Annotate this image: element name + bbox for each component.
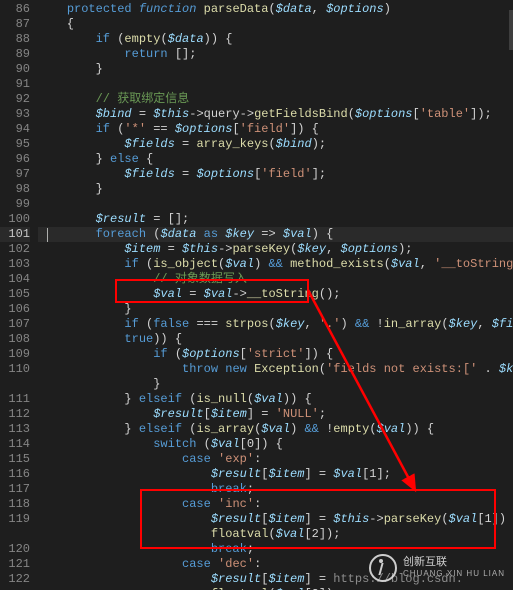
line-number: 117 [0,482,30,497]
watermark-sub-text: CHUANG XIN HU LIAN [403,568,505,580]
code-line[interactable]: true)) { [38,332,513,347]
line-number: 112 [0,407,30,422]
watermark-main-text: 创新互联 [403,556,505,568]
line-number: 91 [0,77,30,92]
line-number: 108 [0,332,30,347]
line-number-gutter: 8687888990919293949596979899100101102103… [0,0,38,590]
line-number: 115 [0,452,30,467]
line-number: 95 [0,137,30,152]
line-number: 121 [0,557,30,572]
line-number: 88 [0,32,30,47]
code-line[interactable]: } [38,377,513,392]
code-editor[interactable]: 8687888990919293949596979899100101102103… [0,0,513,590]
line-number: 114 [0,437,30,452]
line-number: 86 [0,2,30,17]
code-line[interactable]: switch ($val[0]) { [38,437,513,452]
code-line[interactable]: // 对象数据写入 [38,272,513,287]
code-line[interactable]: case 'inc': [38,497,513,512]
line-number: 89 [0,47,30,62]
watermark-logo-icon [369,554,397,582]
line-number: 98 [0,182,30,197]
code-line[interactable]: $val = $val->__toString(); [38,287,513,302]
vertical-scrollbar[interactable] [509,0,513,590]
line-number: 119 [0,512,30,527]
code-line[interactable]: } else { [38,152,513,167]
text-cursor [47,228,48,242]
line-number: 102 [0,242,30,257]
line-number: 107 [0,317,30,332]
code-line[interactable]: $fields = $options['field']; [38,167,513,182]
code-line[interactable]: return []; [38,47,513,62]
code-line[interactable]: if (false === strpos($key, '.') && !in_a… [38,317,513,332]
line-number: 109 [0,347,30,362]
code-line[interactable]: // 获取绑定信息 [38,92,513,107]
line-number: 101 [0,227,30,242]
line-number: 104 [0,272,30,287]
line-number: 93 [0,107,30,122]
code-area[interactable]: protected function parseData($data, $opt… [38,0,513,590]
code-line[interactable]: if ($options['strict']) { [38,347,513,362]
line-number: 100 [0,212,30,227]
line-number: 103 [0,257,30,272]
line-number: 96 [0,152,30,167]
code-line[interactable]: if ('*' == $options['field']) { [38,122,513,137]
code-line[interactable]: } elseif (is_array($val) && !empty($val)… [38,422,513,437]
code-line[interactable]: $fields = array_keys($bind); [38,137,513,152]
line-number: 105 [0,287,30,302]
code-line[interactable]: } [38,182,513,197]
line-number [0,377,30,392]
line-number: 92 [0,92,30,107]
line-number: 97 [0,167,30,182]
code-line[interactable]: protected function parseData($data, $opt… [38,2,513,17]
code-line[interactable]: $result[$item] = 'NULL'; [38,407,513,422]
code-line[interactable] [38,197,513,212]
code-line[interactable]: floatval($val[2]); [38,527,513,542]
watermark: 创新互联 CHUANG XIN HU LIAN [369,554,505,582]
code-line[interactable]: throw new Exception('fields not exists:[… [38,362,513,377]
line-number: 99 [0,197,30,212]
line-number: 120 [0,542,30,557]
code-line[interactable]: break; [38,482,513,497]
code-line[interactable]: $item = $this->parseKey($key, $options); [38,242,513,257]
line-number: 122 [0,572,30,587]
code-line[interactable]: } elseif (is_null($val)) { [38,392,513,407]
code-line[interactable]: $result = []; [38,212,513,227]
line-number: 94 [0,122,30,137]
code-line[interactable] [38,77,513,92]
code-line[interactable]: case 'exp': [38,452,513,467]
line-number: 113 [0,422,30,437]
line-number: 116 [0,467,30,482]
code-line[interactable]: foreach ($data as $key => $val) { [38,227,513,242]
line-number: 111 [0,392,30,407]
line-number: 87 [0,17,30,32]
code-line[interactable]: if (empty($data)) { [38,32,513,47]
code-line[interactable]: if (is_object($val) && method_exists($va… [38,257,513,272]
code-line[interactable]: } [38,302,513,317]
line-number [0,527,30,542]
code-line[interactable]: { [38,17,513,32]
code-line[interactable]: $result[$item] = $this->parseKey($val[1]… [38,512,513,527]
line-number: 110 [0,362,30,377]
code-line[interactable]: $bind = $this->query->getFieldsBind($opt… [38,107,513,122]
scrollbar-thumb[interactable] [509,10,513,50]
line-number: 118 [0,497,30,512]
code-line[interactable]: $result[$item] = $val[1]; [38,467,513,482]
line-number: 90 [0,62,30,77]
code-line[interactable]: } [38,62,513,77]
line-number: 106 [0,302,30,317]
